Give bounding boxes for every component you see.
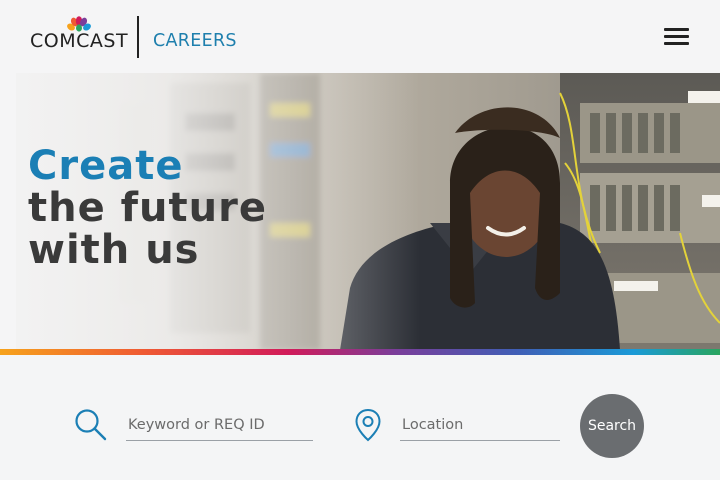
hero-headline: Create the future with us <box>28 145 267 271</box>
hero-banner: Create the future with us <box>0 73 720 350</box>
menu-bar <box>664 28 689 31</box>
menu-bar <box>664 42 689 45</box>
search-button[interactable]: Search <box>580 394 644 458</box>
logo-divider <box>137 16 139 58</box>
headline-line-1: Create <box>28 143 184 189</box>
logo-wordmark: COMCAST <box>30 30 129 52</box>
location-input[interactable] <box>400 410 560 441</box>
menu-bar <box>664 35 689 38</box>
headline-line-2: the future <box>28 185 267 231</box>
headline-line-3: with us <box>28 227 200 273</box>
site-header: COMCAST CAREERS <box>0 0 720 73</box>
hamburger-menu-icon[interactable] <box>664 27 690 47</box>
hero-left-edge <box>0 73 16 350</box>
careers-label: CAREERS <box>153 31 237 51</box>
location-pin-icon <box>355 408 381 442</box>
keyword-input[interactable] <box>126 410 313 441</box>
search-icon <box>75 409 107 441</box>
